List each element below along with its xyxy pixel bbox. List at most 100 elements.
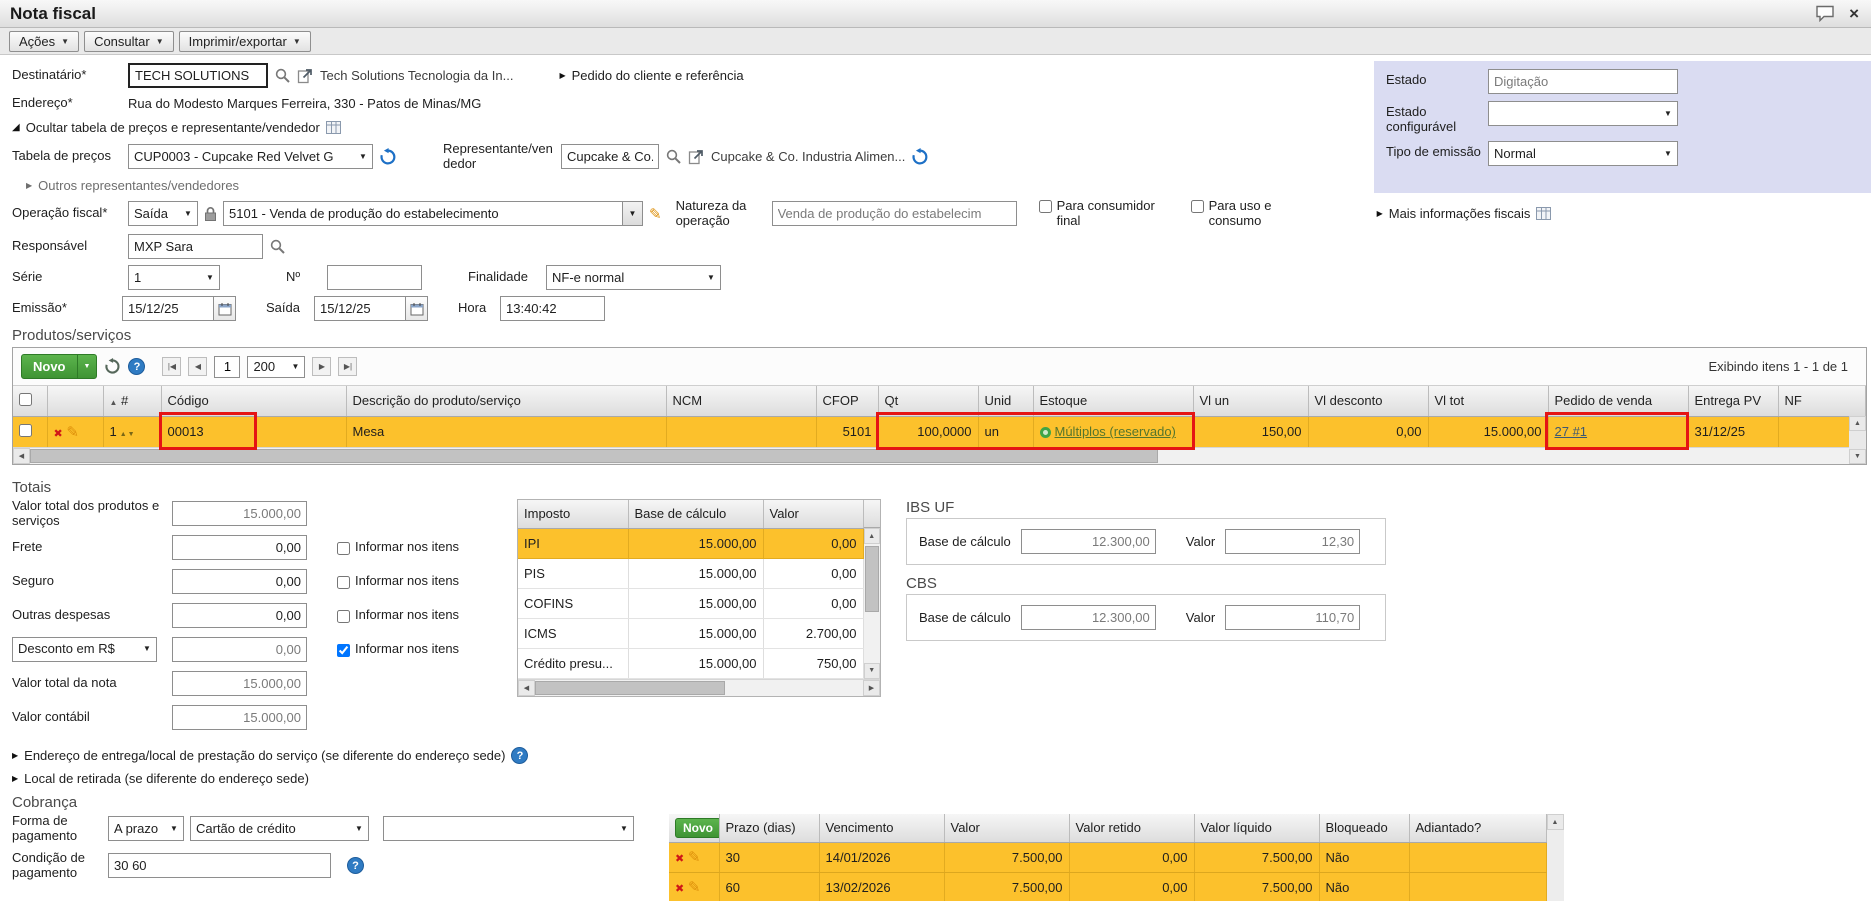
col-prazo[interactable]: Prazo (dias) [719, 814, 819, 842]
novo-dropdown-arrow-icon[interactable]: ▼ [77, 355, 97, 378]
finalidade-select[interactable]: NF-e normal ▼ [546, 265, 721, 290]
col-select[interactable] [13, 386, 47, 416]
valor-total-produtos-field[interactable] [172, 501, 307, 526]
cbs-base-field[interactable] [1021, 605, 1156, 630]
products-horizontal-scrollbar[interactable]: ◀ ▶ [13, 447, 1866, 464]
para-consumidor-final-checkbox[interactable] [1039, 200, 1052, 213]
valor-total-nota-field[interactable] [172, 671, 307, 696]
cbs-valor-field[interactable] [1225, 605, 1360, 630]
scroll-up-icon[interactable]: ▲ [864, 528, 881, 544]
page-size-select[interactable]: 200 ▼ [247, 356, 305, 378]
col-vl-un[interactable]: Vl un [1193, 386, 1308, 416]
comment-icon[interactable] [1815, 5, 1835, 22]
ibs-base-field[interactable] [1021, 529, 1156, 554]
desconto-field[interactable] [172, 637, 307, 662]
scrollbar-thumb[interactable] [865, 546, 880, 612]
natureza-operacao-field[interactable] [772, 201, 1017, 226]
open-record-icon[interactable] [297, 67, 314, 84]
meio-pagamento-select[interactable]: Cartão de crédito ▼ [190, 816, 369, 841]
delete-row-icon[interactable]: ✖ [675, 853, 684, 865]
bandeira-select[interactable]: ▼ [383, 816, 634, 841]
frete-informar-checkbox[interactable] [337, 542, 350, 555]
operacao-tipo-select[interactable]: Saída ▼ [128, 201, 198, 226]
scroll-left-icon[interactable]: ◀ [518, 680, 535, 696]
estado-field[interactable] [1488, 69, 1678, 94]
pedido-cliente-link[interactable]: ▶ Pedido do cliente e referência [559, 68, 743, 83]
col-descricao[interactable]: Descrição do produto/serviço [346, 386, 666, 416]
col-vencimento[interactable]: Vencimento [819, 814, 944, 842]
edit-row-icon[interactable]: ✎ [688, 849, 701, 866]
delete-row-icon[interactable]: ✖ [675, 883, 684, 895]
col-estoque[interactable]: Estoque [1033, 386, 1193, 416]
col-valor-liquido[interactable]: Valor líquido [1194, 814, 1319, 842]
col-num[interactable]: ▲ # [103, 386, 161, 416]
open-record-icon[interactable] [688, 148, 705, 165]
search-icon[interactable] [665, 148, 682, 165]
col-unid[interactable]: Unid [978, 386, 1033, 416]
imposto-row[interactable]: COFINS 15.000,00 0,00 [518, 588, 863, 618]
endereco-entrega-link[interactable]: ▶ Endereço de entrega/local de prestação… [12, 747, 1871, 764]
help-icon[interactable]: ? [347, 857, 364, 874]
col-valor[interactable]: Valor [763, 500, 863, 528]
menu-acoes[interactable]: Ações ▼ [9, 31, 79, 52]
scroll-left-icon[interactable]: ◀ [13, 448, 30, 464]
calendar-icon[interactable] [214, 296, 236, 321]
representante-field[interactable] [561, 144, 659, 169]
next-page-button[interactable]: ▶ [312, 357, 331, 376]
forma-pagamento-select[interactable]: A prazo ▼ [108, 816, 184, 841]
last-page-button[interactable]: ▶| [338, 357, 357, 376]
col-vl-tot[interactable]: Vl tot [1428, 386, 1548, 416]
novo-parcela-button[interactable]: Novo [675, 818, 719, 838]
col-valor[interactable]: Valor [944, 814, 1069, 842]
novo-button[interactable]: Novo ▼ [21, 354, 97, 379]
col-vl-desconto[interactable]: Vl desconto [1308, 386, 1428, 416]
responsavel-field[interactable] [128, 234, 263, 259]
emissao-field[interactable] [122, 296, 214, 321]
ibs-valor-field[interactable] [1225, 529, 1360, 554]
col-ncm[interactable]: NCM [666, 386, 816, 416]
col-adiantado[interactable]: Adiantado? [1409, 814, 1546, 842]
tipo-emissao-select[interactable]: Normal ▼ [1488, 141, 1678, 166]
refresh-icon[interactable] [104, 358, 121, 375]
scroll-up-icon[interactable]: ▲ [1849, 416, 1866, 431]
refresh-icon[interactable] [911, 148, 929, 166]
col-cfop[interactable]: CFOP [816, 386, 878, 416]
valor-contabil-field[interactable] [172, 705, 307, 730]
help-icon[interactable]: ? [128, 358, 145, 375]
numero-field[interactable] [327, 265, 422, 290]
hora-field[interactable] [500, 296, 605, 321]
tabela-precos-select[interactable]: CUP0003 - Cupcake Red Velvet G ▼ [128, 144, 373, 169]
col-imposto[interactable]: Imposto [518, 500, 628, 528]
estado-configuravel-select[interactable]: ▼ [1488, 101, 1678, 126]
select-all-checkbox[interactable] [19, 393, 32, 406]
para-uso-consumo-checkbox[interactable] [1191, 200, 1204, 213]
search-icon[interactable] [269, 238, 286, 255]
first-page-button[interactable]: |◀ [162, 357, 181, 376]
scroll-up-icon[interactable]: ▲ [1547, 814, 1564, 830]
page-number-field[interactable] [214, 356, 240, 378]
operacao-fiscal-combo[interactable]: 5101 - Venda de produção do estabelecime… [223, 201, 643, 226]
frete-field[interactable] [172, 535, 307, 560]
col-qt[interactable]: Qt [878, 386, 978, 416]
cobranca-vertical-scrollbar[interactable]: ▲ [1547, 814, 1564, 901]
desconto-informar-checkbox[interactable] [337, 644, 350, 657]
col-base-calculo[interactable]: Base de cálculo [628, 500, 763, 528]
impostos-vertical-scrollbar[interactable]: ▲ ▼ [864, 500, 881, 679]
pedido-venda-link[interactable]: 27 #1 [1555, 424, 1588, 439]
menu-imprimir-exportar[interactable]: Imprimir/exportar ▼ [179, 31, 311, 52]
edit-pencil-icon[interactable]: ✎ [649, 205, 662, 223]
close-icon[interactable]: × [1849, 5, 1859, 22]
destinatario-field[interactable] [128, 63, 268, 88]
seguro-field[interactable] [172, 569, 307, 594]
move-up-down-icons[interactable]: ▲▼ [120, 431, 136, 438]
scroll-down-icon[interactable]: ▼ [864, 663, 881, 679]
col-bloqueado[interactable]: Bloqueado [1319, 814, 1409, 842]
desconto-tipo-select[interactable]: Desconto em R$ ▼ [12, 637, 157, 662]
outras-despesas-field[interactable] [172, 603, 307, 628]
calendar-icon[interactable] [406, 296, 428, 321]
impostos-horizontal-scrollbar[interactable]: ◀ ▶ [518, 679, 880, 696]
product-row[interactable]: ✖ ✎ 1▲▼ 00013 Mesa 5101 100,0000 un Múlt… [13, 416, 1866, 447]
scrollbar-thumb[interactable] [30, 449, 1158, 463]
scroll-down-icon[interactable]: ▼ [1849, 449, 1866, 464]
imposto-row[interactable]: PIS 15.000,00 0,00 [518, 558, 863, 588]
